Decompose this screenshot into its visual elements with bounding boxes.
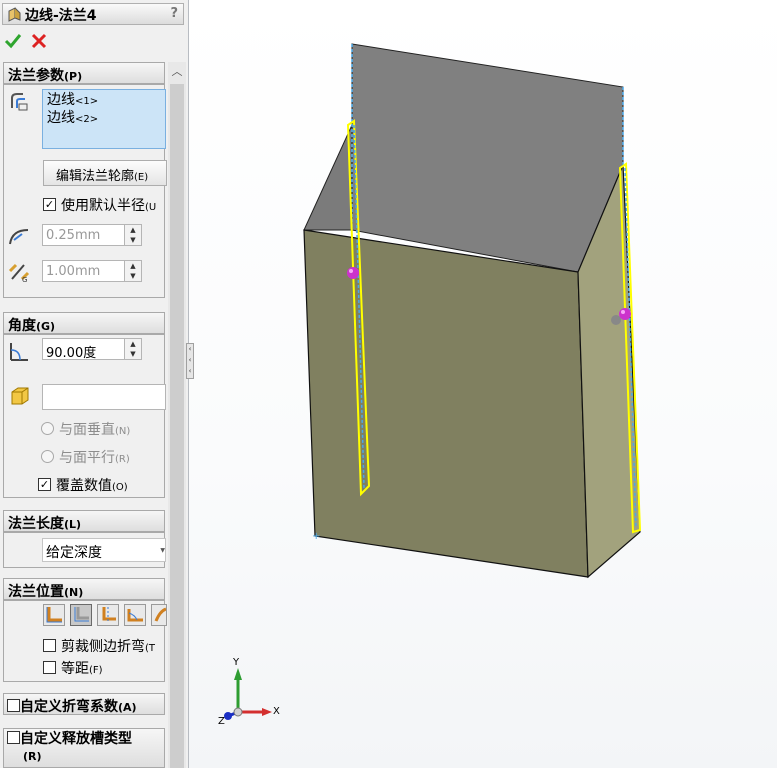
top-slope-face[interactable]	[303, 124, 353, 231]
svg-text:G: G	[22, 276, 27, 283]
position-bend-outside-button[interactable]	[97, 604, 119, 626]
scroll-up-arrow[interactable]: ︿	[168, 62, 186, 82]
section-header-flange-params[interactable]: 法兰参数(P)	[3, 62, 165, 84]
axis-triad	[224, 668, 272, 720]
material-outside-icon	[74, 607, 89, 622]
help-icon[interactable]: ?	[170, 6, 178, 21]
position-tangent-button[interactable]	[151, 604, 167, 626]
offset-label: 等距(F)	[61, 661, 103, 677]
ok-check-icon[interactable]	[4, 32, 22, 50]
parallel-label: 与面平行(R)	[59, 450, 130, 466]
section-header-custom-relief-type[interactable]: 自定义释放槽类型 (R)	[3, 728, 165, 768]
position-virtual-sharp-button[interactable]	[124, 604, 146, 626]
edge-selection-list[interactable]: 边线<1> 边线<2>	[42, 89, 166, 149]
property-manager: 边线-法兰4 ? 法兰参数(P) 边线<1> 边线<2> 编辑法兰轮廓(E) ✓…	[0, 0, 189, 768]
override-value-label: 覆盖数值(O)	[56, 478, 128, 494]
flange-preview[interactable]	[351, 43, 624, 273]
trim-side-bends-label: 剪裁侧边折弯(T	[61, 639, 156, 655]
drag-handle-1[interactable]	[347, 267, 359, 279]
custom-bend-allowance-checkbox[interactable]	[7, 699, 20, 712]
gap-distance-icon: G	[8, 263, 30, 283]
trim-side-bends-checkbox[interactable]	[43, 639, 56, 652]
gap-distance-spinner[interactable]: 1.00mm ▲ ▼	[42, 260, 142, 282]
section-header-flange-position[interactable]: 法兰位置(N)	[3, 578, 165, 600]
override-value-checkbox[interactable]: ✓	[38, 478, 51, 491]
svg-text:+: +	[312, 531, 320, 542]
panel-title-bar: 边线-法兰4 ?	[2, 3, 184, 25]
panel-resize-grip[interactable]: ‹ ‹ ‹	[186, 343, 194, 379]
axis-y-label: Y	[233, 657, 240, 668]
section-header-custom-bend-allowance[interactable]: 自定义折弯系数(A)	[3, 693, 165, 715]
edge-flange-icon	[8, 7, 21, 22]
bend-radius-spinner[interactable]: 0.25mm ▲ ▼	[42, 224, 142, 246]
front-face[interactable]	[303, 229, 589, 578]
axis-x-label: X	[273, 706, 280, 717]
position-material-outside-button[interactable]	[70, 604, 92, 626]
bend-radius-icon	[9, 229, 29, 245]
edit-flange-profile-button[interactable]: 编辑法兰轮廓(E)	[43, 160, 167, 186]
use-default-radius-checkbox[interactable]: ✓	[43, 198, 56, 211]
offset-checkbox[interactable]	[43, 661, 56, 674]
panel-title: 边线-法兰4	[25, 8, 97, 24]
virtual-sharp-icon	[127, 609, 143, 622]
panel-scrollbar[interactable]: ︿	[168, 62, 186, 768]
edge-select-icon	[11, 93, 28, 111]
section-header-angle[interactable]: 角度(G)	[3, 312, 165, 334]
model-view[interactable]: +	[188, 0, 777, 768]
end-condition-dropdown[interactable]: 给定深度 ▼	[42, 538, 166, 562]
reference-face-field[interactable]	[42, 384, 166, 410]
custom-relief-type-checkbox[interactable]	[7, 731, 20, 744]
position-material-inside-button[interactable]	[43, 604, 65, 626]
axis-z-label: Z	[218, 716, 225, 727]
material-inside-icon	[46, 607, 62, 623]
parallel-radio[interactable]	[41, 450, 54, 463]
perpendicular-radio[interactable]	[41, 422, 54, 435]
edge-list-item[interactable]: 边线<1>	[47, 92, 161, 110]
cancel-x-icon[interactable]	[30, 32, 48, 50]
flange-angle-spinner[interactable]: 90.00度 ▲ ▼	[42, 338, 142, 361]
use-default-radius-label: 使用默认半径(U	[61, 198, 157, 214]
flange-angle-icon	[10, 343, 28, 361]
graphics-viewport[interactable]: + Y X Z	[188, 0, 777, 768]
scrollbar-thumb[interactable]	[170, 84, 184, 768]
tangent-bend-icon	[154, 607, 167, 622]
edge-list-item[interactable]: 边线<2>	[47, 110, 161, 128]
perpendicular-label: 与面垂直(N)	[59, 422, 131, 438]
section-header-flange-length[interactable]: 法兰长度(L)	[3, 510, 165, 532]
bend-outside-icon	[102, 607, 116, 623]
reference-face-icon	[11, 387, 29, 405]
